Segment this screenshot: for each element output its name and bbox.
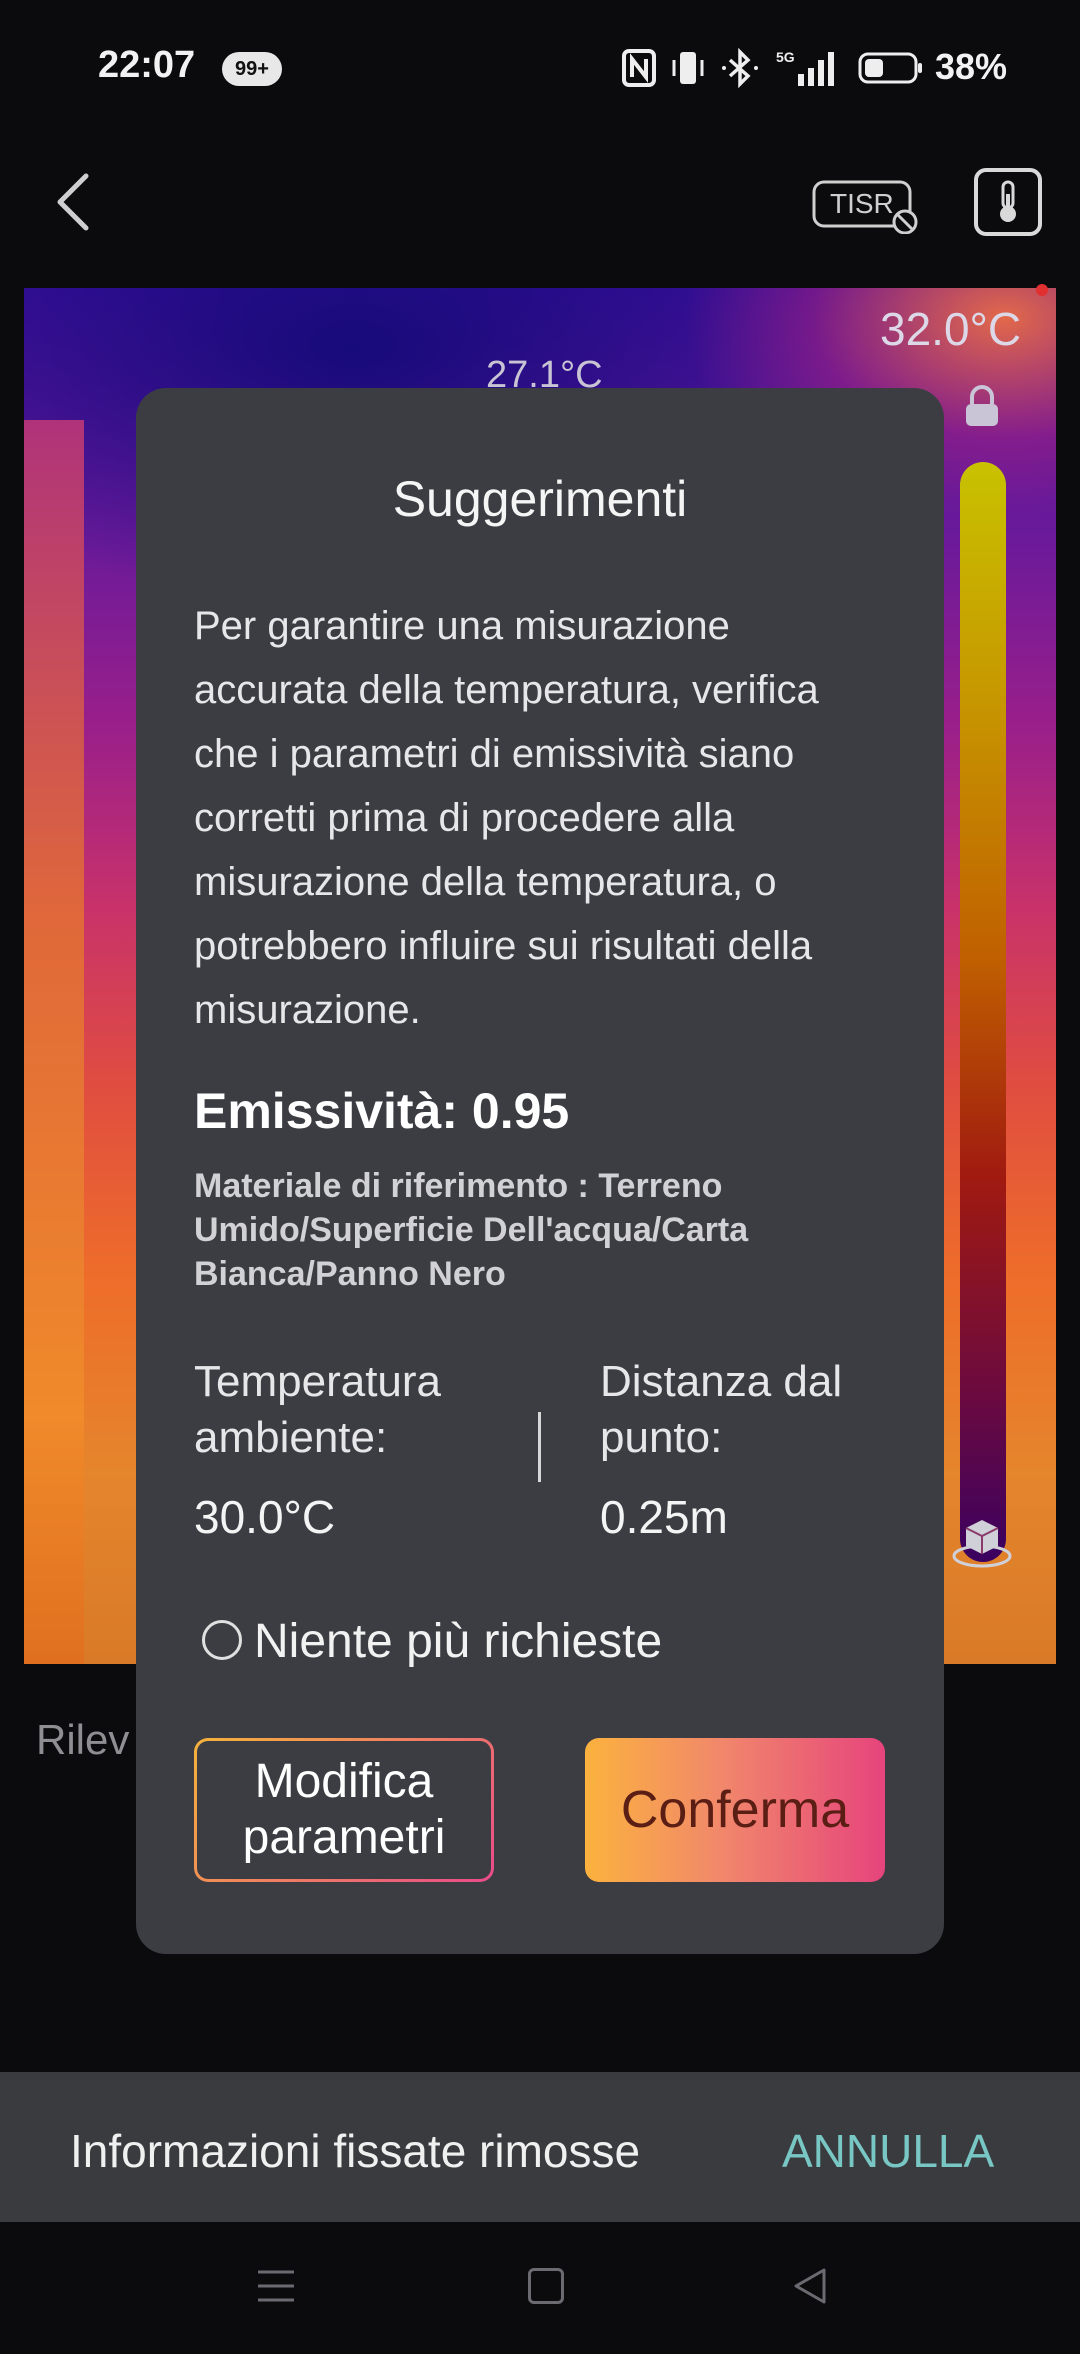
- snackbar-undo-button[interactable]: ANNULLA: [782, 2124, 994, 2178]
- snackbar-message: Informazioni fissate rimosse: [70, 2125, 641, 2177]
- temperature-scale-bar: [960, 462, 1006, 1562]
- system-back-button[interactable]: [790, 2266, 830, 2306]
- notification-badge: 99+: [222, 52, 282, 86]
- battery-icon: [858, 52, 922, 84]
- tisr-label: TISR: [830, 188, 894, 219]
- svg-text:5G: 5G: [776, 49, 795, 65]
- lock-icon[interactable]: [962, 384, 1002, 428]
- spot-distance-label: Distanza dal punto:: [600, 1357, 843, 1462]
- bluetooth-icon: [722, 48, 758, 88]
- menu-icon: [258, 2270, 294, 2302]
- home-button[interactable]: [528, 2268, 564, 2304]
- max-temperature: 32.0°C: [880, 303, 1022, 355]
- reference-material: Materiale di riferimento : Terreno Umido…: [194, 1167, 749, 1293]
- 3d-view-icon[interactable]: [950, 1512, 1014, 1572]
- no-more-prompts-radio[interactable]: [202, 1620, 242, 1660]
- dialog-message: Per garantire una misurazione accurata d…: [194, 604, 819, 1032]
- modify-parameters-button[interactable]: Modifica parametri: [194, 1738, 494, 1882]
- tisr-toggle-button[interactable]: TISR: [812, 178, 922, 235]
- nfc-icon: [622, 49, 656, 87]
- detection-label: Rilev: [36, 1716, 130, 1763]
- thermometer-icon: [1000, 180, 1016, 222]
- dialog-title: Suggerimenti: [392, 471, 688, 527]
- divider: [538, 1412, 541, 1482]
- battery-percentage: 38%: [935, 46, 1008, 87]
- thermal-image-edge: [24, 420, 84, 1664]
- back-button[interactable]: [40, 162, 110, 242]
- vibrate-icon: [672, 52, 704, 84]
- chevron-left-icon: [57, 173, 89, 231]
- spot-distance-value: 0.25m: [600, 1491, 728, 1543]
- modify-parameters-label: Modifica parametri: [197, 1741, 491, 1879]
- recording-dot: [1036, 284, 1048, 296]
- ambient-temperature-label: Temperatura ambiente:: [194, 1357, 442, 1462]
- recent-apps-button[interactable]: [256, 2268, 296, 2304]
- status-time: 22:07: [98, 44, 196, 86]
- status-icons: 5G: [622, 46, 924, 90]
- 5g-signal-icon: 5G: [776, 49, 834, 86]
- emissivity-value: Emissività: 0.95: [194, 1083, 570, 1139]
- no-more-prompts-label[interactable]: Niente più richieste: [254, 1614, 662, 1669]
- thermometer-button[interactable]: [974, 168, 1042, 236]
- ambient-temperature-value: 30.0°C: [194, 1491, 336, 1543]
- triangle-back-icon: [794, 2268, 826, 2304]
- confirm-button[interactable]: Conferma: [585, 1738, 885, 1882]
